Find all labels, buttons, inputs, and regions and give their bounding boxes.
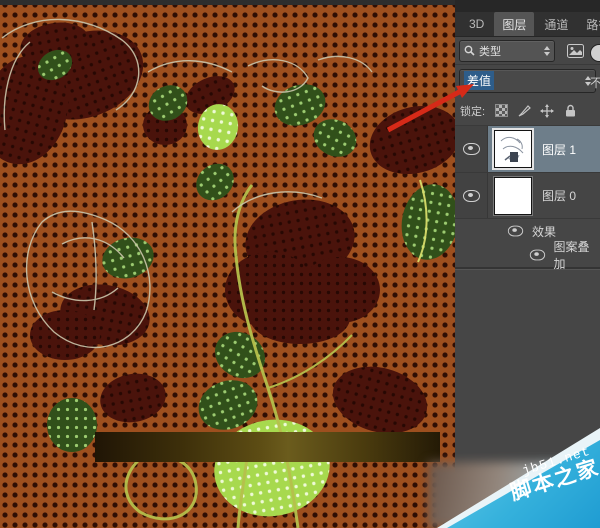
blend-mode-dropdown[interactable]: 差值 <box>459 69 596 93</box>
maroon-flowers <box>0 15 455 443</box>
tab-paths[interactable]: 路径 <box>578 12 600 36</box>
filter-kind-label: 类型 <box>479 43 540 59</box>
tab-layers[interactable]: 图层 <box>494 12 534 36</box>
censor-bar <box>95 432 440 462</box>
eye-icon <box>463 190 480 202</box>
filter-pixel-layers-button[interactable] <box>565 43 585 59</box>
image-icon <box>567 44 584 58</box>
lock-label: 锁定: <box>460 103 485 119</box>
lock-row: 锁定: <box>455 96 600 126</box>
eye-icon[interactable] <box>508 226 523 237</box>
layer-thumbnail[interactable] <box>494 177 532 215</box>
layer-row-1[interactable]: 图层 1 <box>455 126 600 173</box>
layer-filter-row: 类型 <box>455 37 600 65</box>
lock-transparent-button[interactable] <box>494 104 508 118</box>
layer-name: 图层 1 <box>542 141 576 158</box>
layer-thumbnail[interactable] <box>494 130 532 168</box>
search-icon <box>464 45 475 56</box>
tab-3d[interactable]: 3D <box>461 12 492 36</box>
lock-position-button[interactable] <box>540 104 554 118</box>
lock-all-button[interactable] <box>563 104 577 118</box>
panel-tabs: 3D 图层 通道 路径 <box>455 12 600 37</box>
lock-icon <box>565 104 576 117</box>
visibility-toggle[interactable] <box>455 126 488 172</box>
layer-name: 图层 0 <box>542 187 576 204</box>
tab-channels[interactable]: 通道 <box>536 12 576 36</box>
chevron-updown-icon <box>544 46 550 56</box>
lock-pixels-button[interactable] <box>517 104 531 118</box>
blend-mode-row: 差值 不 <box>455 65 600 96</box>
checkerboard-icon <box>495 104 508 117</box>
eye-icon <box>463 143 480 155</box>
pattern-overlay-label: 图案叠加 <box>554 238 600 272</box>
layers-list: 图层 1 图层 0 效果 图案叠加 <box>455 126 600 270</box>
blend-mode-value: 差值 <box>464 71 494 90</box>
effects-label: 效果 <box>532 223 556 240</box>
layer-row-0[interactable]: 图层 0 <box>455 173 600 219</box>
brush-icon <box>518 104 531 117</box>
eye-icon[interactable] <box>530 250 545 261</box>
opacity-label-clipped: 不 <box>590 74 600 91</box>
photoshop-screenshot: 3D 图层 通道 路径 类型 <box>0 0 600 528</box>
document-canvas[interactable] <box>0 0 455 528</box>
pattern-overlay-row[interactable]: 图案叠加 <box>455 243 600 267</box>
filter-kind-dropdown[interactable]: 类型 <box>459 40 555 62</box>
panel-top-bar <box>455 0 600 12</box>
move-icon <box>540 104 554 118</box>
visibility-toggle[interactable] <box>455 173 488 218</box>
adjustment-circle-icon[interactable] <box>590 44 600 62</box>
